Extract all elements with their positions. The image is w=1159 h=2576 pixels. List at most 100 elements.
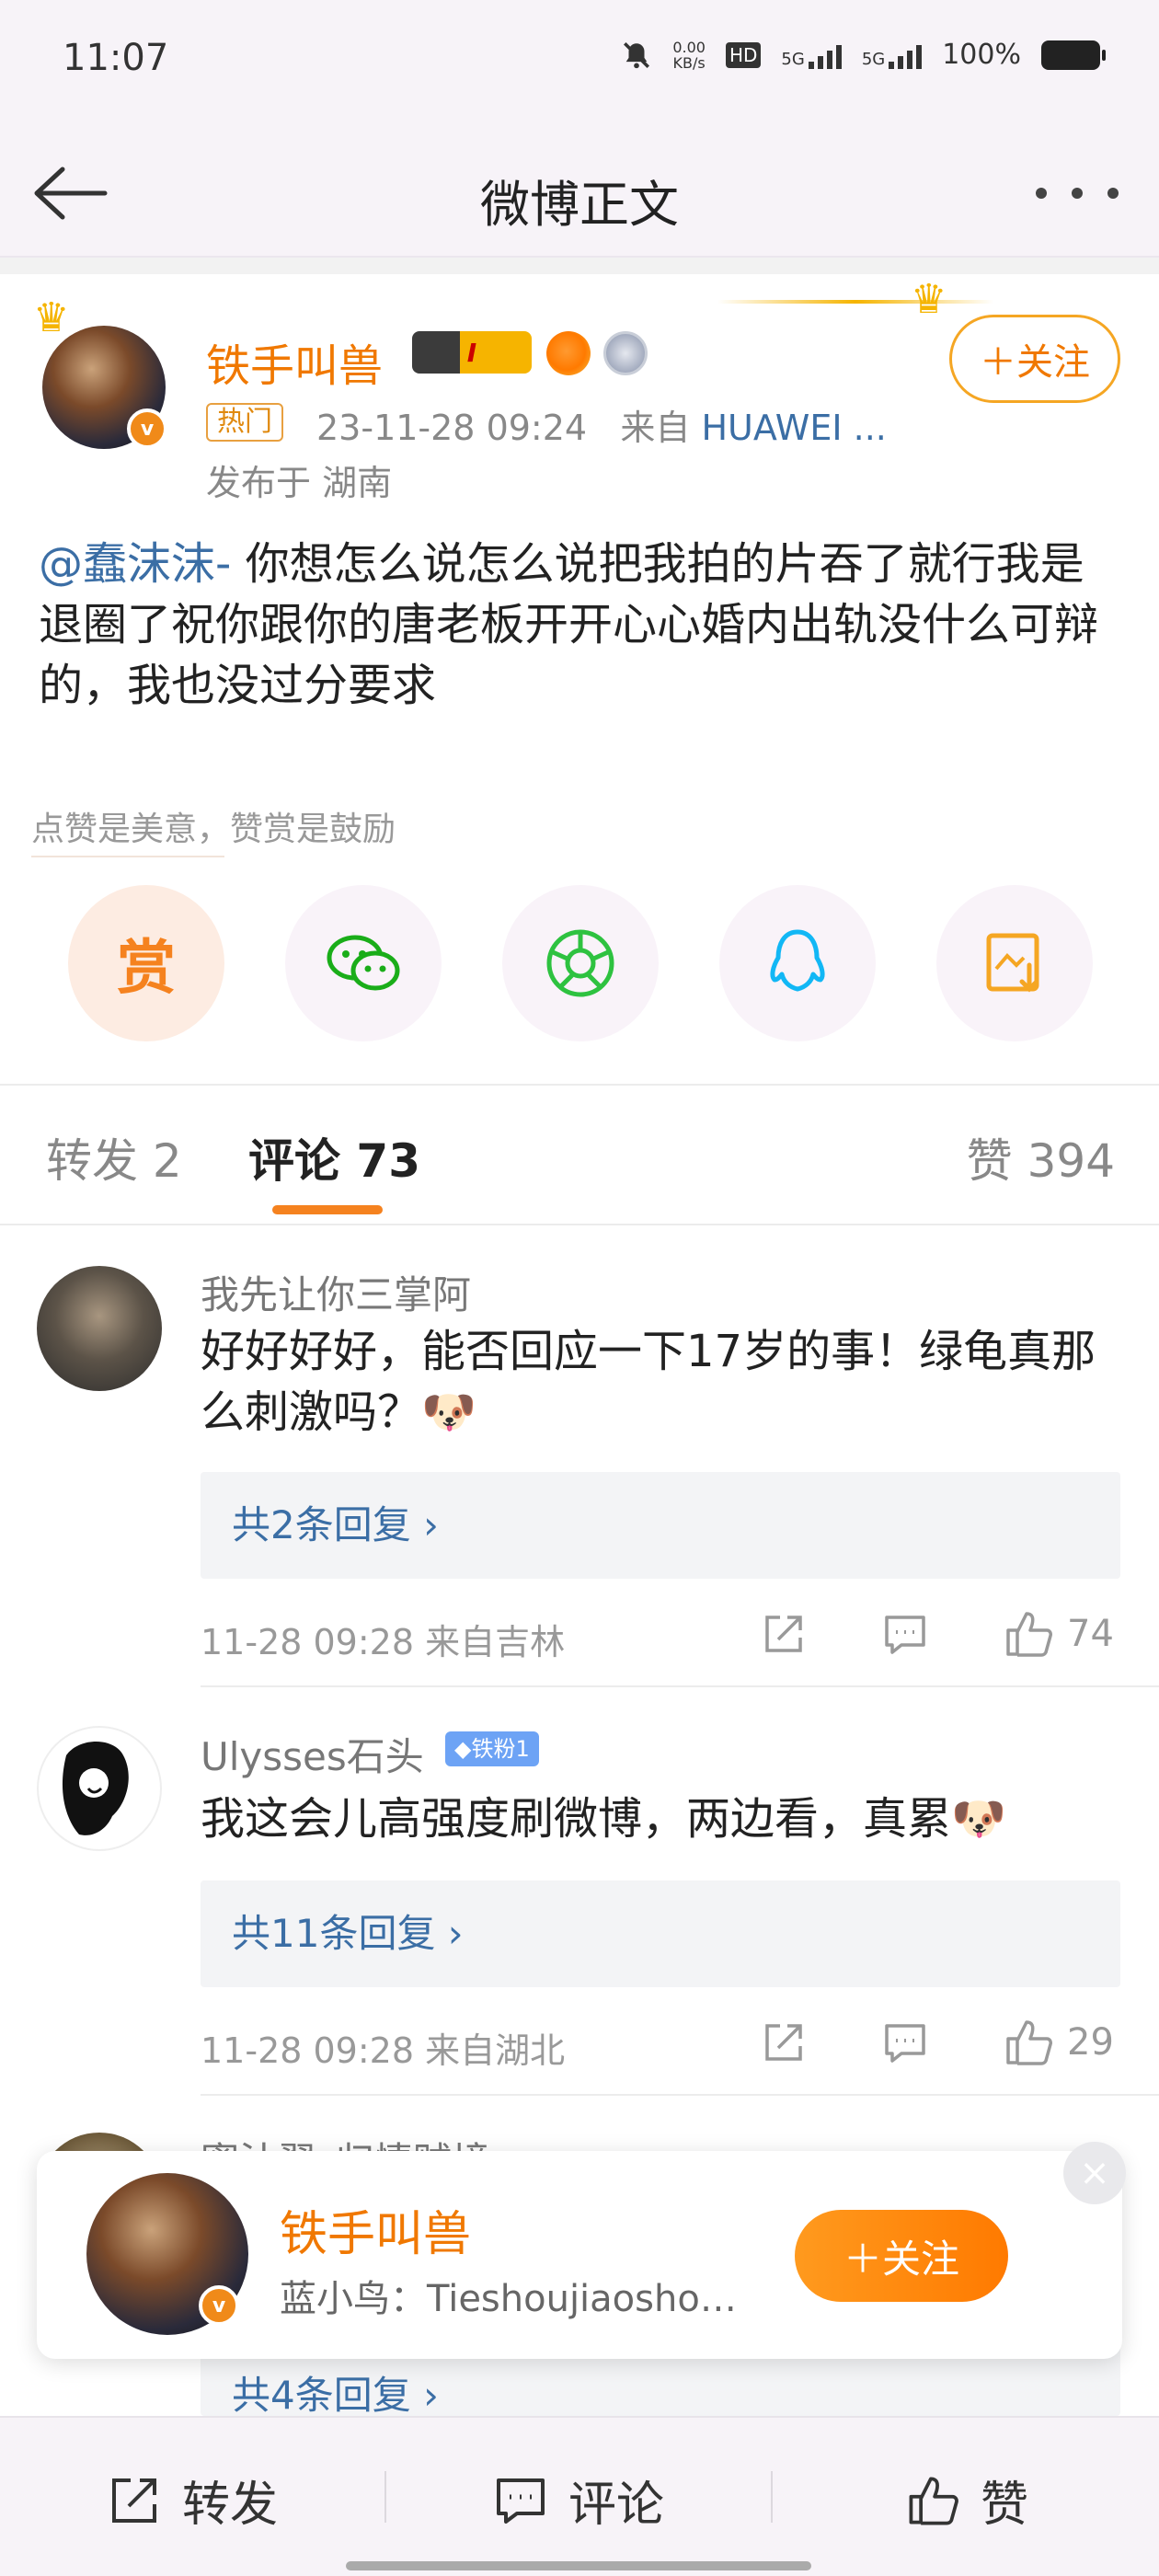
- share-row: 赏: [0, 885, 1159, 1047]
- avatar-portrait: [62, 1742, 129, 1835]
- status-icons: 0.00 KB/s HD 5G 5G 100%: [621, 38, 1106, 72]
- post-source-prefix: 来自: [620, 408, 691, 448]
- clock: 11:07: [63, 37, 169, 79]
- comment-label: 评论: [568, 2478, 665, 2533]
- status-bar: 11:07 0.00 KB/s HD 5G 5G 100%: [0, 0, 1159, 129]
- navigation-bar: 微博正文: [0, 129, 1159, 258]
- share-icon: [765, 1616, 802, 1652]
- verified-badge-icon: v: [199, 2285, 239, 2326]
- comment-like-button[interactable]: 74: [1003, 1608, 1114, 1660]
- divider: [201, 2094, 1159, 2096]
- card-subtitle: 蓝小鸟：Tieshoujiaosho…: [280, 2278, 737, 2320]
- verified-badge-icon: v: [127, 408, 167, 449]
- hot-tag: 热门: [206, 403, 283, 442]
- comment-username[interactable]: 我先让你三掌阿: [201, 1264, 471, 1320]
- post-source-device[interactable]: HUAWEI ...: [701, 408, 886, 448]
- reward-label: 赏: [117, 935, 176, 1003]
- follow-button[interactable]: ＋关注: [949, 315, 1120, 403]
- active-tab-indicator: [272, 1205, 383, 1214]
- signal-icon: [889, 41, 923, 69]
- home-indicator[interactable]: [346, 2561, 811, 2570]
- comment-share-button[interactable]: [760, 1610, 808, 1658]
- post-content: @蠢沫沫- 你想怎么说怎么说把我拍的片吞了就行我是退圈了祝你跟你的唐老板开开心心…: [39, 534, 1124, 716]
- member-level-badge: I: [412, 331, 532, 374]
- card-author-name[interactable]: 铁手叫兽: [280, 2195, 471, 2264]
- divider: [0, 1224, 1159, 1225]
- reward-button[interactable]: 赏: [68, 885, 224, 1041]
- close-icon[interactable]: ×: [1063, 2142, 1126, 2204]
- share-wechat-button[interactable]: [285, 885, 442, 1041]
- crown-icon: ♛: [911, 276, 947, 323]
- post-meta: 23-11-28 09:24 来自 HUAWEI ...: [316, 399, 887, 450]
- qq-icon: [770, 929, 825, 992]
- comment-replies-link[interactable]: 共11条回复 ›: [201, 1880, 1120, 1987]
- battery-icon: [1041, 40, 1106, 70]
- fish-medal-icon: [546, 331, 591, 375]
- save-image-button[interactable]: [936, 885, 1093, 1041]
- comment-share-button[interactable]: [760, 2018, 808, 2066]
- network-label: 5G: [781, 49, 805, 69]
- reward-prompt: 点赞是美意，赞赏是鼓励: [31, 811, 396, 848]
- comment-text: 我这会儿高强度刷微博，两边看，真累🐶: [201, 1793, 1006, 1845]
- bottom-action-bar: 转发 评论 赞: [0, 2416, 1159, 2576]
- comment-reply-button[interactable]: [881, 2018, 929, 2066]
- like-label: 赞: [981, 2478, 1029, 2533]
- separator: [771, 2471, 773, 2523]
- like-count: 74: [1067, 1613, 1114, 1655]
- card-follow-button[interactable]: ＋关注: [795, 2210, 1008, 2302]
- network-label: 5G: [861, 49, 886, 69]
- repost-button[interactable]: 转发: [107, 2466, 278, 2535]
- thumbs-up-icon: [1006, 1612, 1052, 1657]
- comment-like-button[interactable]: 29: [1003, 2017, 1114, 2068]
- header-decoration: [717, 300, 993, 304]
- comment-meta: 11-28 09:28 来自湖北: [201, 2030, 566, 2071]
- comment-icon: [885, 2024, 925, 2063]
- tab-repost[interactable]: 转发 2: [46, 1124, 182, 1190]
- net-speed-value: 0.00: [672, 38, 706, 56]
- section-gap: [0, 258, 1159, 274]
- comment-button[interactable]: 评论: [493, 2466, 664, 2535]
- like-count: 29: [1067, 2021, 1114, 2064]
- repost-icon: [112, 2478, 156, 2523]
- comment-avatar[interactable]: [37, 1266, 162, 1391]
- repost-label: 转发: [182, 2478, 279, 2533]
- follow-suggestion-card: v 铁手叫兽 蓝小鸟：Tieshoujiaosho… ＋关注 ×: [37, 2142, 1126, 2359]
- mention-link[interactable]: @蠢沫沫-: [39, 538, 231, 590]
- comment-icon: [497, 2478, 545, 2524]
- net-speed-unit: KB/s: [672, 53, 706, 72]
- share-moments-button[interactable]: [502, 885, 659, 1041]
- separator: [384, 2471, 386, 2523]
- thumbs-up-icon: [1006, 2020, 1052, 2065]
- comment-reply-button[interactable]: [881, 1610, 929, 1658]
- save-image-icon: [986, 933, 1039, 993]
- honor-medal-icon: [603, 331, 648, 375]
- tab-comments[interactable]: 评论 73: [248, 1124, 420, 1190]
- network-5g-2: 5G: [861, 41, 923, 69]
- reward-underline: [31, 856, 224, 857]
- network-5g-1: 5G: [781, 41, 842, 69]
- bell-off-icon: [624, 41, 650, 68]
- comment-avatar[interactable]: [37, 1726, 162, 1851]
- battery-percent: 100%: [942, 39, 1021, 71]
- divider: [201, 1685, 1159, 1687]
- like-button[interactable]: 赞: [905, 2466, 1028, 2535]
- post-timestamp: 23-11-28 09:24: [316, 408, 588, 448]
- post-location: 发布于 湖南: [206, 463, 393, 503]
- divider: [0, 1084, 1159, 1086]
- share-icon: [765, 2024, 802, 2061]
- more-dots-icon[interactable]: [1036, 166, 1119, 221]
- comment-replies-link[interactable]: 共2条回复 ›: [201, 1472, 1120, 1579]
- moments-icon: [546, 929, 614, 997]
- comment-meta: 11-28 09:28 来自吉林: [201, 1622, 566, 1662]
- hd-icon: HD: [725, 41, 762, 68]
- author-name[interactable]: 铁手叫兽: [206, 329, 383, 394]
- signal-icon: [808, 41, 842, 69]
- comment-text: 好好好好，能否回应一下17岁的事！绿龟真那么刺激吗？🐶: [201, 1326, 1096, 1438]
- comment-username[interactable]: Ulysses石头: [201, 1726, 424, 1782]
- page-title: 微博正文: [480, 176, 679, 234]
- tab-likes[interactable]: 赞 394: [967, 1124, 1115, 1190]
- share-qq-button[interactable]: [719, 885, 876, 1041]
- comment-icon: [885, 1616, 925, 1654]
- wechat-icon: [327, 935, 400, 991]
- thumbs-up-icon: [909, 2477, 958, 2525]
